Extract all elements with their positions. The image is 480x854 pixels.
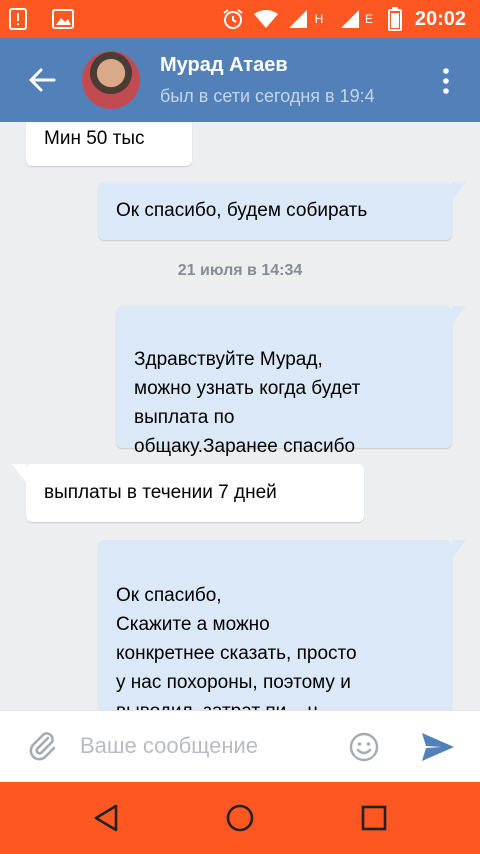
back-triangle-icon[interactable] xyxy=(88,800,124,836)
contact-name[interactable]: Мурад Атаев xyxy=(160,54,288,77)
signal-icon xyxy=(286,0,310,38)
signal-icon xyxy=(338,0,362,38)
last-seen-status: был в сети сегодня в 19:4 xyxy=(160,86,375,106)
emoji-icon[interactable] xyxy=(348,731,380,763)
message-bubble-incoming[interactable]: выплаты в течении 7 дней xyxy=(12,464,364,522)
message-text: Мин 50 тыс xyxy=(44,128,145,149)
battery-icon xyxy=(386,0,404,38)
message-bubble-outgoing[interactable]: Ок спасибо, Скажите а можно конкретнее с… xyxy=(98,540,466,710)
alert-icon xyxy=(6,0,30,38)
clock: 20:02 xyxy=(414,7,466,30)
more-options-icon[interactable] xyxy=(436,66,456,96)
navigation-bar xyxy=(0,782,480,854)
paperclip-icon[interactable] xyxy=(26,729,60,763)
alarm-icon xyxy=(220,0,246,38)
message-bubble-outgoing[interactable]: Ок спасибо, будем собирать xyxy=(98,182,466,240)
message-list[interactable]: Мин 50 тыс Ок спасибо, будем собирать 21… xyxy=(0,122,480,710)
image-icon xyxy=(50,0,76,38)
send-icon[interactable] xyxy=(420,731,456,763)
status-bar: H E 20:02 xyxy=(0,0,480,38)
message-input[interactable] xyxy=(78,725,332,767)
avatar[interactable] xyxy=(82,51,140,109)
date-separator: 21 июля в 14:34 xyxy=(177,262,303,279)
network-type-label: H xyxy=(314,12,324,26)
message-text: Ок спасибо, будем собирать xyxy=(116,200,368,221)
wifi-icon xyxy=(252,0,280,38)
message-text: выплаты в течении 7 дней xyxy=(44,482,277,503)
message-bubble-outgoing[interactable]: Здравствуйте Мурад, можно узнать когда б… xyxy=(116,306,466,457)
message-text: Ок спасибо, Скажите а можно конкретнее с… xyxy=(116,585,357,710)
message-composer xyxy=(0,710,480,782)
message-text: Здравствуйте Мурад, можно узнать когда б… xyxy=(134,349,361,457)
chat-header: Мурад Атаев был в сети сегодня в 19:4 xyxy=(0,38,480,122)
back-arrow-icon[interactable] xyxy=(24,62,60,98)
message-bubble-incoming[interactable]: Мин 50 тыс xyxy=(26,122,192,166)
network-type-label: E xyxy=(364,12,373,26)
home-circle-icon[interactable] xyxy=(222,800,258,836)
recents-square-icon[interactable] xyxy=(356,800,392,836)
